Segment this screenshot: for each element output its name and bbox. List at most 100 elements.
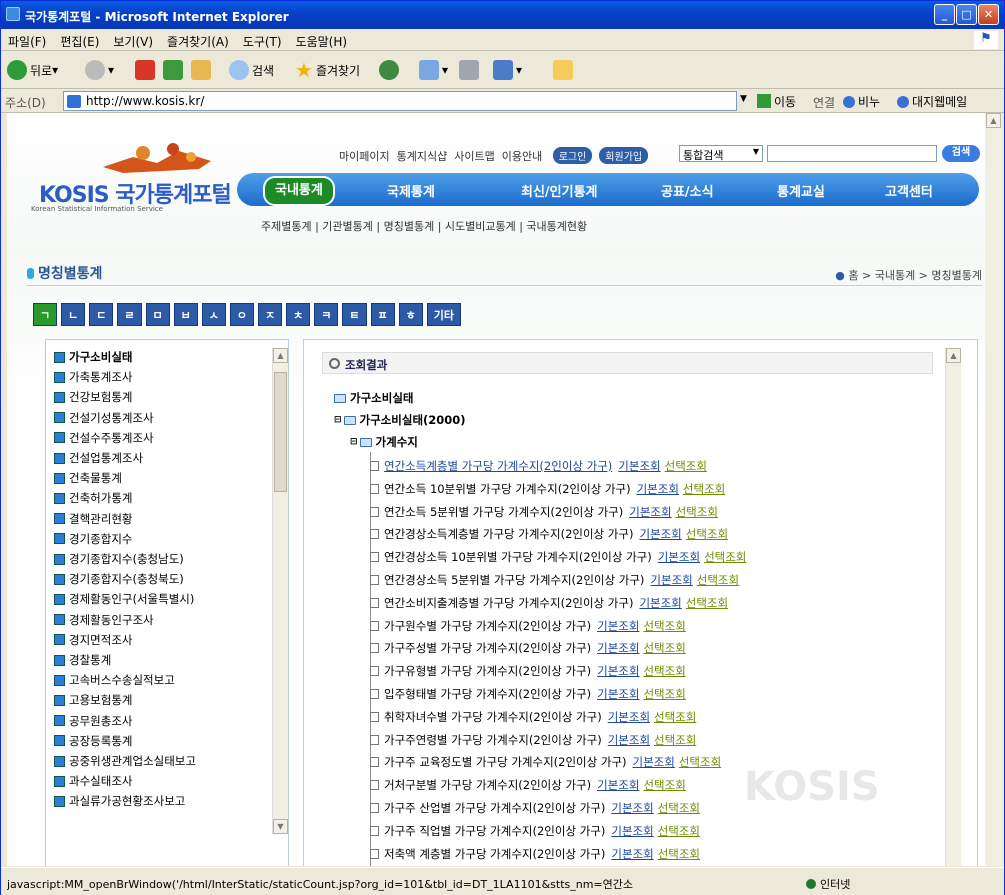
select-query-link[interactable]: 선택조회 — [704, 549, 746, 565]
select-query-link[interactable]: 선택조회 — [643, 618, 685, 634]
result-title[interactable]: 연간경상소득계층별 가구당 가계수지(2인이상 가구) — [384, 526, 633, 542]
tree-root[interactable]: 가구소비실태 — [334, 390, 413, 406]
result-title[interactable]: 저축액 계층별 가구당 가계수지(2인이상 가구) — [384, 846, 605, 862]
scroll-up-icon[interactable]: ▲ — [946, 348, 961, 363]
history-button[interactable] — [379, 59, 402, 81]
nav-class[interactable]: 통계교실 — [777, 181, 825, 200]
survey-list-item[interactable]: 과수실태조사 — [54, 772, 132, 790]
link-binu[interactable]: 비누 — [843, 93, 880, 110]
basic-query-link[interactable]: 기본조회 — [658, 549, 700, 565]
select-query-link[interactable]: 선택조회 — [676, 504, 718, 520]
survey-list-item[interactable]: 경기종합지수 — [54, 530, 132, 548]
result-title[interactable]: 가구주연령별 가구당 가계수지(2인이상 가구) — [384, 732, 602, 748]
survey-list-item[interactable]: 건축물통계 — [54, 469, 122, 487]
join-button[interactable]: 회원가입 — [599, 147, 649, 164]
nav-domestic[interactable]: 국내통계 — [263, 176, 335, 206]
survey-list-item[interactable]: 경기종합지수(충청북도) — [54, 570, 184, 588]
menu-view[interactable]: 보기(V) — [106, 29, 160, 50]
tab-consonant[interactable]: ㅌ — [342, 303, 367, 326]
select-query-link[interactable]: 선택조회 — [679, 754, 721, 770]
select-query-link[interactable]: 선택조회 — [643, 640, 685, 656]
tree-node-income-expense[interactable]: ⊟ 가계수지 — [350, 434, 418, 450]
survey-list-item[interactable]: 경제활동인구조사 — [54, 611, 154, 629]
scroll-thumb[interactable] — [274, 372, 287, 492]
survey-list-item[interactable]: 경제활동인구(서울특별시) — [54, 590, 194, 608]
tab-consonant[interactable]: ㅅ — [201, 303, 226, 326]
survey-list-item[interactable]: 가구소비실태 — [54, 348, 132, 366]
survey-list-item[interactable]: 건설수주통계조사 — [54, 429, 154, 447]
left-scrollbar[interactable]: ▲ ▼ — [272, 348, 288, 834]
tab-consonant[interactable]: ㅈ — [258, 303, 283, 326]
basic-query-link[interactable]: 기본조회 — [597, 686, 639, 702]
result-title[interactable]: 연간소비지출계층별 가구당 가계수지(2인이상 가구) — [384, 595, 633, 611]
link-mypage[interactable]: 마이페이지 — [339, 150, 390, 163]
basic-query-link[interactable]: 기본조회 — [650, 572, 692, 588]
close-button[interactable]: ✕ — [978, 4, 999, 25]
survey-list-item[interactable]: 경지면적조사 — [54, 631, 132, 649]
tab-consonant[interactable]: ㄴ — [61, 303, 86, 326]
tab-consonant[interactable]: ㅍ — [370, 303, 395, 326]
tab-consonant[interactable]: ㄷ — [89, 303, 114, 326]
select-query-link[interactable]: 선택조회 — [643, 663, 685, 679]
link-guide[interactable]: 이용안내 — [502, 150, 542, 163]
survey-list-item[interactable]: 건축허가통계 — [54, 489, 132, 507]
results-scrollbar[interactable]: ▲ — [945, 348, 961, 866]
link-sitemap[interactable]: 사이트맵 — [454, 150, 494, 163]
survey-list-item[interactable]: 공무원총조사 — [54, 712, 132, 730]
tab-consonant[interactable]: ㅇ — [229, 303, 254, 326]
scroll-up-icon[interactable]: ▲ — [273, 348, 288, 363]
survey-list-item[interactable]: 고용보험통계 — [54, 691, 132, 709]
nav-international[interactable]: 국제통계 — [387, 181, 435, 200]
survey-list-item[interactable]: 고속버스수송실적보고 — [54, 671, 175, 689]
result-title[interactable]: 가구주 직업별 가구당 가계수지(2인이상 가구) — [384, 823, 605, 839]
tab-etc[interactable]: 기타 — [426, 303, 461, 326]
result-title[interactable]: 입주형태별 가구당 가계수지(2인이상 가구) — [384, 686, 591, 702]
survey-list-item[interactable]: 공중위생관계업소실태보고 — [54, 752, 196, 770]
select-query-link[interactable]: 선택조회 — [665, 458, 707, 474]
nav-news[interactable]: 공표/소식 — [661, 181, 714, 200]
select-query-link[interactable]: 선택조회 — [658, 823, 700, 839]
survey-list-item[interactable]: 건강보험통계 — [54, 388, 132, 406]
basic-query-link[interactable]: 기본조회 — [597, 618, 639, 634]
result-title[interactable]: 취학자녀수별 가구당 가계수지(2인이상 가구) — [384, 709, 602, 725]
select-query-link[interactable]: 선택조회 — [643, 686, 685, 702]
select-query-link[interactable]: 선택조회 — [686, 595, 728, 611]
tab-consonant[interactable]: ㅁ — [145, 303, 170, 326]
menu-file[interactable]: 파일(F) — [1, 29, 53, 50]
result-title[interactable]: 가구주성별 가구당 가계수지(2인이상 가구) — [384, 640, 591, 656]
stop-button[interactable] — [135, 59, 158, 81]
survey-list-item[interactable]: 과실류가공현황조사보고 — [54, 792, 185, 810]
login-button[interactable]: 로그인 — [552, 147, 593, 164]
basic-query-link[interactable]: 기본조회 — [608, 709, 650, 725]
maximize-button[interactable]: □ — [956, 4, 977, 25]
tab-consonant[interactable]: ㅋ — [314, 303, 339, 326]
survey-list-item[interactable]: 건설업통계조사 — [54, 449, 143, 467]
tab-consonant[interactable]: ㅂ — [173, 303, 198, 326]
nav-latest[interactable]: 최신/인기통계 — [521, 181, 598, 200]
result-title[interactable]: 연간소득 5분위별 가구당 가계수지(2인이상 가구) — [384, 504, 623, 520]
menu-tools[interactable]: 도구(T) — [236, 29, 289, 50]
site-search-button[interactable]: 검색 — [942, 145, 980, 162]
survey-list-item[interactable]: 가축통계조사 — [54, 368, 132, 386]
tab-consonant[interactable]: ㄱ — [33, 303, 58, 326]
basic-query-link[interactable]: 기본조회 — [637, 481, 679, 497]
result-title[interactable]: 가구유형별 가구당 가계수지(2인이상 가구) — [384, 663, 591, 679]
site-search-input[interactable] — [767, 145, 937, 162]
survey-list-item[interactable]: 경찰통계 — [54, 651, 111, 669]
basic-query-link[interactable]: 기본조회 — [611, 800, 653, 816]
result-title[interactable]: 가구주 산업별 가구당 가계수지(2인이상 가구) — [384, 800, 605, 816]
home-button[interactable] — [191, 59, 214, 81]
tree-node-survey-2000[interactable]: ⊟ 가구소비실태(2000) — [334, 412, 466, 428]
tab-consonant[interactable]: ㅊ — [286, 303, 311, 326]
print-button[interactable] — [459, 59, 482, 81]
select-query-link[interactable]: 선택조회 — [686, 526, 728, 542]
address-input[interactable]: http://www.kosis.kr/ — [63, 91, 737, 111]
survey-list-item[interactable]: 결핵관리현황 — [54, 510, 132, 528]
back-button[interactable]: 뒤로 ▾ — [7, 59, 58, 81]
select-query-link[interactable]: 선택조회 — [683, 481, 725, 497]
basic-query-link[interactable]: 기본조회 — [639, 526, 681, 542]
basic-query-link[interactable]: 기본조회 — [618, 458, 660, 474]
basic-query-link[interactable]: 기본조회 — [597, 777, 639, 793]
minimize-button[interactable]: _ — [934, 4, 955, 25]
link-knowledge[interactable]: 통계지식샵 — [397, 150, 448, 163]
